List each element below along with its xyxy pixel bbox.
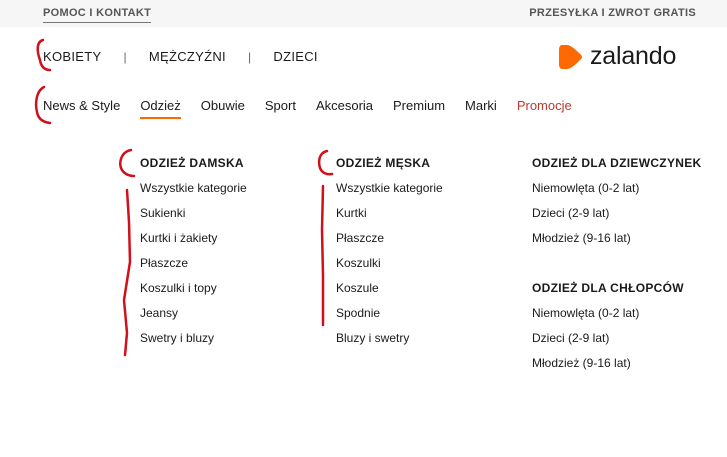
- menu-link[interactable]: Niemowlęta (0-2 lat): [532, 306, 701, 331]
- menu-link[interactable]: Bluzy i swetry: [336, 331, 443, 356]
- menu-link[interactable]: Kurtki: [336, 206, 443, 231]
- category-akcesoria[interactable]: Akcesoria: [316, 98, 373, 119]
- menu-link[interactable]: Kurtki i żakiety: [140, 231, 247, 256]
- menu-heading-girls[interactable]: ODZIEŻ DLA DZIEWCZYNEK: [532, 156, 701, 181]
- menu-link[interactable]: Płaszcze: [140, 256, 247, 281]
- category-premium[interactable]: Premium: [393, 98, 445, 119]
- menu-link[interactable]: Dzieci (2-9 lat): [532, 331, 701, 356]
- top-bar: POMOC I KONTAKT PRZESYŁKA I ZWROT GRATIS: [0, 0, 727, 27]
- menu-link[interactable]: Niemowlęta (0-2 lat): [532, 181, 701, 206]
- annotation-line-men-links: [320, 184, 325, 327]
- menu-link[interactable]: Wszystkie kategorie: [336, 181, 443, 206]
- menu-link[interactable]: Płaszcze: [336, 231, 443, 256]
- annotation-line-women-links: [122, 188, 132, 357]
- category-obuwie[interactable]: Obuwie: [201, 98, 245, 119]
- annotation-bracket-women-heading: [119, 148, 136, 178]
- menu-link[interactable]: Swetry i bluzy: [140, 331, 247, 356]
- category-news-style[interactable]: News & Style: [43, 98, 120, 119]
- nav-separator: |: [247, 49, 252, 64]
- column-spacer: [532, 256, 701, 281]
- gender-nav: KOBIETY | MĘŻCZYŹNI | DZIECI: [43, 49, 318, 64]
- category-promocje[interactable]: Promocje: [517, 98, 572, 119]
- category-nav: News & Style Odzież Obuwie Sport Akcesor…: [43, 98, 572, 119]
- gender-nav-women[interactable]: KOBIETY: [43, 49, 101, 64]
- menu-link[interactable]: Wszystkie kategorie: [140, 181, 247, 206]
- menu-heading-women[interactable]: ODZIEŻ DAMSKA: [140, 156, 247, 181]
- menu-link[interactable]: Spodnie: [336, 306, 443, 331]
- menu-link[interactable]: Sukienki: [140, 206, 247, 231]
- menu-heading-men[interactable]: ODZIEŻ MĘSKA: [336, 156, 443, 181]
- menu-column-women: ODZIEŻ DAMSKA Wszystkie kategorie Sukien…: [140, 156, 247, 356]
- category-sport[interactable]: Sport: [265, 98, 296, 119]
- menu-link[interactable]: Koszulki: [336, 256, 443, 281]
- logo-wordmark: zalando: [590, 42, 677, 70]
- category-odziez-active[interactable]: Odzież: [140, 98, 181, 119]
- free-shipping-link[interactable]: PRZESYŁKA I ZWROT GRATIS: [529, 7, 696, 19]
- menu-link[interactable]: Młodzież (9-16 lat): [532, 231, 701, 256]
- menu-column-men: ODZIEŻ MĘSKA Wszystkie kategorie Kurtki …: [336, 156, 443, 356]
- menu-link[interactable]: Koszulki i topy: [140, 281, 247, 306]
- menu-heading-boys[interactable]: ODZIEŻ DLA CHŁOPCÓW: [532, 281, 701, 306]
- help-contact-link[interactable]: POMOC I KONTAKT: [43, 7, 152, 23]
- menu-link[interactable]: Dzieci (2-9 lat): [532, 206, 701, 231]
- gender-nav-men[interactable]: MĘŻCZYŹNI: [149, 49, 226, 64]
- menu-link[interactable]: Młodzież (9-16 lat): [532, 356, 701, 381]
- category-marki[interactable]: Marki: [465, 98, 497, 119]
- menu-link[interactable]: Koszule: [336, 281, 443, 306]
- menu-column-kids: ODZIEŻ DLA DZIEWCZYNEK Niemowlęta (0-2 l…: [532, 156, 701, 381]
- menu-link[interactable]: Jeansy: [140, 306, 247, 331]
- zalando-logo-icon: [559, 44, 582, 69]
- annotation-bracket-men-heading: [317, 149, 334, 176]
- nav-separator: |: [123, 49, 127, 64]
- gender-nav-kids[interactable]: DZIECI: [273, 49, 317, 64]
- zalando-logo[interactable]: zalando: [558, 42, 676, 71]
